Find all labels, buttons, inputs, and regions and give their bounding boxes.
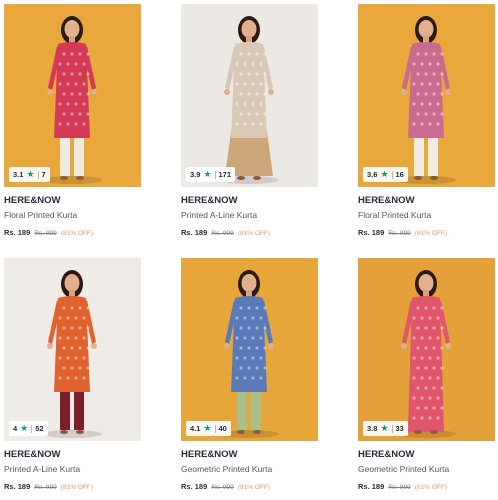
- product-title: Geometric Printed Kurta: [181, 464, 273, 474]
- product-mrp: Rs. 999: [211, 230, 234, 237]
- product-mrp: Rs. 999: [211, 484, 234, 491]
- product-mrp: Rs. 999: [388, 484, 411, 491]
- product-pricing: Rs. 189 Rs. 999 (81% OFF): [181, 228, 318, 237]
- product-image[interactable]: [358, 258, 495, 441]
- rating-value: 3.9: [190, 170, 201, 179]
- product-brand: HERE&NOW: [181, 449, 238, 460]
- product-discount: (81% OFF): [237, 230, 271, 237]
- product-discount: (81% OFF): [60, 230, 94, 237]
- product-price: Rs. 189: [4, 228, 31, 237]
- product-discount: (81% OFF): [414, 230, 448, 237]
- product-card[interactable]: 3.8 ★ 33 HERE&NOW Geometric Printed Kurt…: [358, 258, 495, 491]
- product-price: Rs. 189: [358, 228, 385, 237]
- product-title: Floral Printed Kurta: [4, 210, 78, 220]
- product-card[interactable]: 4 ★ 52 HERE&NOW Printed A-Line Kurta Rs.…: [4, 258, 141, 491]
- product-price: Rs. 189: [358, 482, 385, 491]
- product-image[interactable]: [181, 258, 318, 441]
- rating-count: 16: [395, 170, 404, 179]
- product-mrp: Rs. 999: [388, 230, 411, 237]
- product-mrp: Rs. 999: [34, 484, 57, 491]
- rating-divider: [391, 170, 393, 179]
- product-title: Printed A-Line Kurta: [4, 464, 81, 474]
- product-title: Geometric Printed Kurta: [358, 464, 450, 474]
- rating-divider: [214, 170, 216, 179]
- model-illustration: [181, 258, 318, 441]
- product-brand: HERE&NOW: [4, 449, 61, 460]
- rating-count: 7: [41, 170, 46, 179]
- product-image[interactable]: [358, 4, 495, 187]
- product-card[interactable]: 3.1 ★ 7 HERE&NOW Floral Printed Kurta Rs…: [4, 4, 141, 237]
- rating-badge: 4.1 ★ 40: [186, 421, 231, 436]
- product-mrp: Rs. 999: [34, 230, 57, 237]
- product-brand: HERE&NOW: [358, 449, 415, 460]
- model-illustration: [358, 258, 495, 441]
- rating-value: 3.8: [367, 424, 378, 433]
- rating-value: 3.6: [367, 170, 378, 179]
- product-discount: (81% OFF): [237, 484, 271, 491]
- product-brand: HERE&NOW: [4, 195, 61, 206]
- product-title: Floral Printed Kurta: [358, 210, 432, 220]
- product-card[interactable]: 3.9 ★ 171 HERE&NOW Printed A-Line Kurta …: [181, 4, 318, 237]
- product-brand: HERE&NOW: [358, 195, 415, 206]
- rating-badge: 3.6 ★ 16: [363, 167, 408, 182]
- product-price: Rs. 189: [181, 228, 208, 237]
- rating-count: 52: [35, 424, 44, 433]
- product-card[interactable]: 4.1 ★ 40 HERE&NOW Geometric Printed Kurt…: [181, 258, 318, 491]
- product-image[interactable]: [181, 4, 318, 187]
- product-pricing: Rs. 189 Rs. 999 (81% OFF): [4, 228, 141, 237]
- rating-divider: [37, 170, 39, 179]
- product-image[interactable]: [4, 258, 141, 441]
- rating-badge: 3.9 ★ 171: [186, 167, 236, 182]
- star-icon: ★: [203, 169, 212, 179]
- rating-value: 4: [13, 424, 18, 433]
- product-price: Rs. 189: [181, 482, 208, 491]
- product-image[interactable]: [4, 4, 141, 187]
- star-icon: ★: [380, 423, 389, 433]
- star-icon: ★: [20, 423, 29, 433]
- rating-value: 3.1: [13, 170, 24, 179]
- star-icon: ★: [203, 423, 212, 433]
- product-pricing: Rs. 189 Rs. 999 (81% OFF): [358, 228, 495, 237]
- product-pricing: Rs. 189 Rs. 999 (81% OFF): [181, 482, 318, 491]
- rating-divider: [31, 424, 33, 433]
- model-illustration: [4, 4, 141, 187]
- rating-count: 171: [218, 170, 232, 179]
- product-discount: (81% OFF): [414, 484, 448, 491]
- rating-divider: [391, 424, 393, 433]
- star-icon: ★: [380, 169, 389, 179]
- model-illustration: [181, 4, 318, 187]
- product-discount: (81% OFF): [60, 484, 94, 491]
- rating-divider: [214, 424, 216, 433]
- product-price: Rs. 189: [4, 482, 31, 491]
- product-title: Printed A-Line Kurta: [181, 210, 258, 220]
- star-icon: ★: [26, 169, 35, 179]
- rating-badge: 3.8 ★ 33: [363, 421, 408, 436]
- product-card[interactable]: 3.6 ★ 16 HERE&NOW Floral Printed Kurta R…: [358, 4, 495, 237]
- rating-count: 33: [395, 424, 404, 433]
- rating-badge: 4 ★ 52: [9, 421, 48, 436]
- rating-count: 40: [218, 424, 227, 433]
- product-pricing: Rs. 189 Rs. 999 (81% OFF): [358, 482, 495, 491]
- rating-badge: 3.1 ★ 7: [9, 167, 50, 182]
- model-illustration: [358, 4, 495, 187]
- product-brand: HERE&NOW: [181, 195, 238, 206]
- product-pricing: Rs. 189 Rs. 999 (81% OFF): [4, 482, 141, 491]
- model-illustration: [4, 258, 141, 441]
- rating-value: 4.1: [190, 424, 201, 433]
